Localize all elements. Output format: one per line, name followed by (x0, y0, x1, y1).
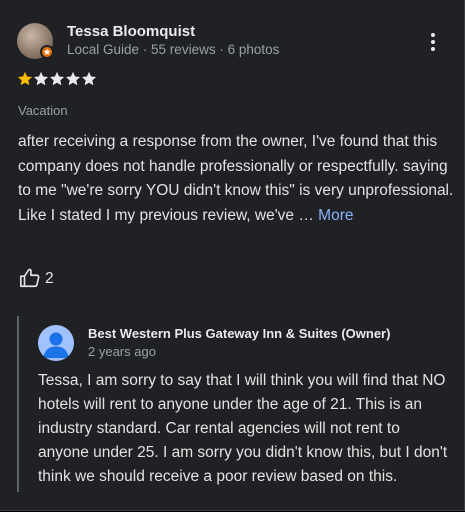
review-text: after receiving a response from the owne… (18, 130, 454, 228)
review-card: Tessa Bloomquist Local Guide · 55 review… (0, 0, 465, 511)
owner-name: Best Western Plus Gateway Inn & Suites (… (88, 326, 391, 341)
reply-divider (17, 316, 19, 492)
like-count: 2 (45, 270, 54, 287)
star-empty-icon (33, 71, 49, 87)
reviewer-name[interactable]: Tessa Bloomquist (67, 23, 195, 40)
reviewer-meta: Local Guide · 55 reviews · 6 photos (67, 42, 280, 57)
more-link[interactable]: More (318, 207, 353, 224)
default-person-icon (38, 325, 74, 361)
star-empty-icon (49, 71, 65, 87)
review-tag: Vacation (18, 103, 68, 118)
more-vert-icon[interactable] (426, 31, 442, 53)
star-filled-icon (17, 71, 33, 87)
star-empty-icon (81, 71, 97, 87)
owner-reply-time: 2 years ago (88, 344, 156, 359)
owner-reply-text: Tessa, I am sorry to say that I will thi… (38, 372, 448, 485)
reviewer-avatar[interactable] (17, 23, 54, 59)
star-empty-icon (65, 71, 81, 87)
star-rating (17, 71, 97, 89)
review-body: after receiving a response from the owne… (18, 133, 454, 224)
local-guide-badge-icon (40, 45, 54, 59)
thumbs-up-icon (19, 267, 41, 294)
